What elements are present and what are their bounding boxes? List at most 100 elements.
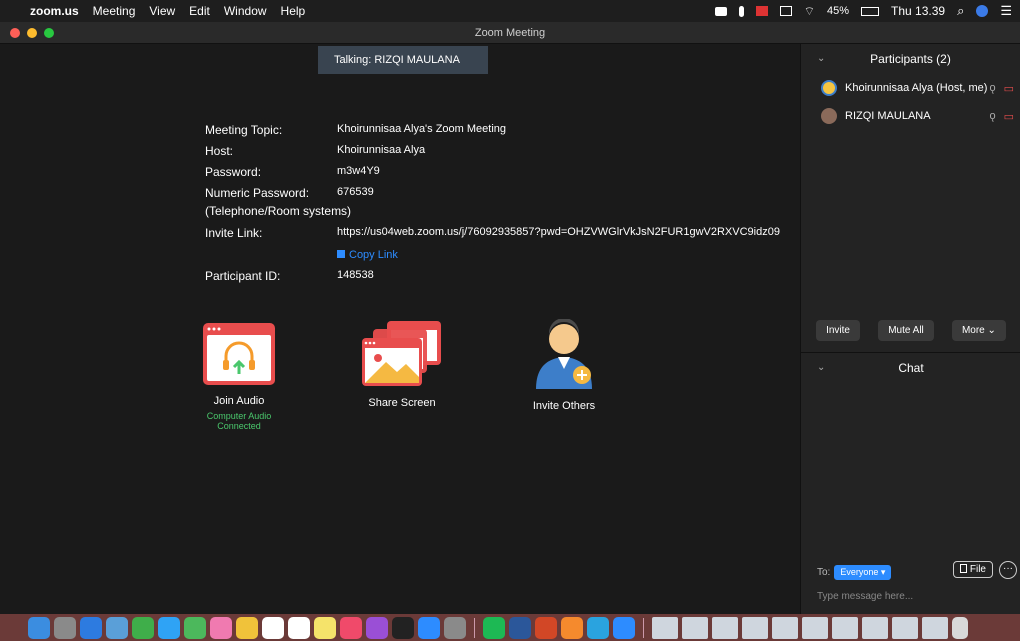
share-screen-label: Share Screen [368,397,436,409]
stickies-icon[interactable] [314,616,336,639]
screen-icon[interactable] [779,6,792,16]
appstore-icon[interactable] [418,616,440,639]
minimize-window-button[interactable] [27,28,37,38]
window-thumb-4[interactable] [742,616,768,639]
battery-percent[interactable]: 45% [827,5,849,17]
meeting-main: Talking: RIZQI MAULANA Meeting Topic: Kh… [0,44,800,614]
window-thumb-10[interactable] [922,616,948,639]
finder-icon[interactable] [28,616,50,639]
chat-header: ⌄ Chat [801,353,1020,383]
zoom-icon[interactable] [613,616,635,639]
participants-actions: Invite Mute All More ⌄ [801,320,1020,341]
mute-all-button[interactable]: Mute All [878,320,934,341]
window-thumb-7[interactable] [832,616,858,639]
window-thumb-5[interactable] [772,616,798,639]
pages-icon[interactable] [561,616,583,639]
numeric-password-sublabel: (Telephone/Room systems) [205,204,352,218]
messages-icon[interactable] [158,616,180,639]
chat-title: Chat [898,361,924,375]
music-icon[interactable] [340,616,362,639]
side-panel: ⌄ Participants (2) Khoirunnisaa Alya (Ho… [800,44,1020,614]
to-label: To: [817,567,831,578]
participants-header: ⌄ Participants (2) [801,44,1020,74]
copy-link-button[interactable]: Copy Link [337,249,398,261]
copy-link-label: Copy Link [349,249,398,261]
facetime-icon[interactable] [132,616,154,639]
reminders-icon[interactable] [288,616,310,639]
password-label: Password: [205,165,262,179]
recipient-dropdown[interactable]: Everyone ▾ [834,565,892,580]
calendar-icon[interactable] [262,616,284,639]
launchpad-icon[interactable] [54,616,76,639]
chat-more-button[interactable]: ··· [999,561,1017,579]
powerpoint-icon[interactable] [535,616,557,639]
notes-icon[interactable] [236,616,258,639]
menu-window[interactable]: Window [224,4,267,18]
dock-separator [643,617,644,638]
more-button[interactable]: More ⌄ [951,320,1006,341]
file-button[interactable]: File [952,561,993,578]
numeric-password-value: 676539 [337,186,374,198]
participant-name: RIZQI MAULANA [845,110,931,122]
audio-connected-status: Computer Audio Connected [206,411,272,431]
share-screen-button[interactable]: Share Screen [350,320,454,409]
join-audio-button[interactable]: Join Audio Computer Audio Connected [186,322,292,431]
menu-meeting[interactable]: Meeting [93,4,136,18]
photos-icon[interactable] [210,616,232,639]
telegram-icon[interactable] [587,616,609,639]
copy-icon [337,250,345,258]
notification-center-icon[interactable]: ☰ [1000,3,1012,19]
menu-app-name[interactable]: zoom.us [30,4,79,18]
spotlight-search-icon[interactable]: ⌕ [957,3,964,19]
host-label: Host: [205,144,234,158]
menubar-status: ⌔ 45% Thu 13.39 ⌕ ☰ [714,0,1012,22]
mic-icon[interactable]: ǫ [989,110,995,123]
window-title: Zoom Meeting [474,27,546,39]
invite-others-button[interactable]: Invite Others [514,318,614,412]
window-thumb-6[interactable] [802,616,828,639]
window-thumb-3[interactable] [712,616,738,639]
zoom-status-icon[interactable] [714,6,727,16]
participant-id-value: 148538 [337,269,374,281]
mic-icon[interactable]: ǫ [989,82,995,95]
collapse-participants-icon[interactable]: ⌄ [817,44,825,74]
invite-button[interactable]: Invite [816,320,860,341]
video-off-icon[interactable]: ▭ [1004,110,1014,123]
window-thumb-1[interactable] [652,616,678,639]
spotify-icon[interactable] [483,616,505,639]
invite-others-icon [536,318,592,389]
participants-title: Participants (2) [870,52,951,66]
safari-icon[interactable] [80,616,102,639]
macos-menubar: zoom.us Meeting View Edit Window Help ⌔ … [0,0,1020,22]
menu-view[interactable]: View [149,4,175,18]
wifi-icon[interactable]: ⌔ [804,4,815,19]
trash-icon[interactable] [952,616,968,639]
maps-icon[interactable] [184,616,206,639]
macos-dock [0,614,1020,641]
preview-icon[interactable] [106,616,128,639]
talking-indicator: Talking: RIZQI MAULANA [318,46,488,74]
zoom-window-button[interactable] [44,28,54,38]
clock[interactable]: Thu 13.39 [891,4,945,18]
participant-row[interactable]: Khoirunnisaa Alya (Host, me) ǫ ▭ [801,74,1020,102]
invite-link-value[interactable]: https://us04web.zoom.us/j/76092935857?pw… [337,226,780,238]
menu-edit[interactable]: Edit [189,4,210,18]
participant-row[interactable]: RIZQI MAULANA ǫ ▭ [801,102,1020,130]
close-window-button[interactable] [10,28,20,38]
window-thumb-9[interactable] [892,616,918,639]
siri-icon[interactable] [976,5,989,17]
window-thumb-8[interactable] [862,616,888,639]
battery-icon[interactable] [861,6,880,16]
mic-status-icon[interactable] [738,5,744,17]
menu-help[interactable]: Help [281,4,306,18]
tv-icon[interactable] [392,616,414,639]
chat-message-input[interactable]: Type message here... [817,591,913,602]
flag-icon[interactable] [755,6,768,16]
video-off-icon[interactable]: ▭ [1004,82,1014,95]
preferences-icon[interactable] [444,616,466,639]
collapse-chat-icon[interactable]: ⌄ [817,353,825,383]
word-icon[interactable] [509,616,531,639]
password-value: m3w4Y9 [337,165,380,177]
podcasts-icon[interactable] [366,616,388,639]
window-thumb-2[interactable] [682,616,708,639]
